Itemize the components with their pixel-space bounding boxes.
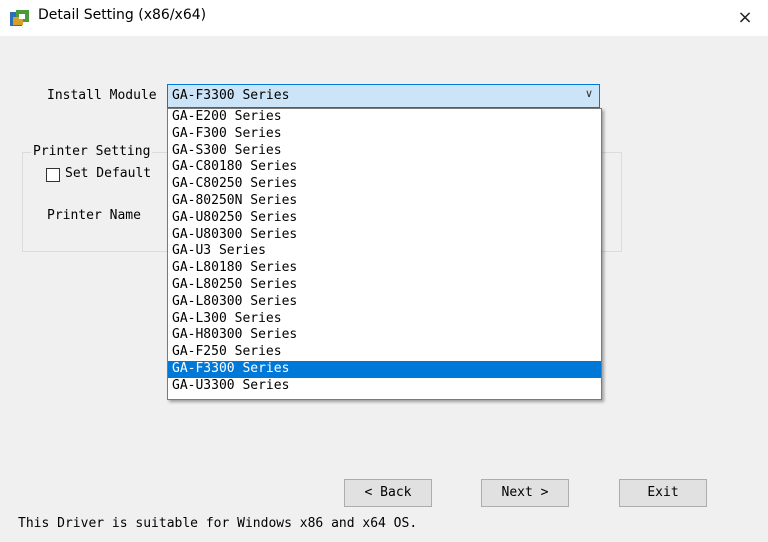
dropdown-option[interactable]: GA-L80300 Series — [168, 294, 601, 311]
dropdown-option[interactable]: GA-E200 Series — [168, 109, 601, 126]
dropdown-option[interactable]: GA-S300 Series — [168, 143, 601, 160]
dropdown-option[interactable]: GA-C80250 Series — [168, 176, 601, 193]
dropdown-option[interactable]: GA-U80250 Series — [168, 210, 601, 227]
dropdown-option[interactable]: GA-U80300 Series — [168, 227, 601, 244]
install-module-value: GA-F3300 Series — [172, 88, 290, 103]
chevron-down-icon[interactable]: ∨ — [585, 87, 593, 100]
printer-name-label: Printer Name — [47, 208, 141, 223]
dropdown-option[interactable]: GA-H80300 Series — [168, 327, 601, 344]
dropdown-option[interactable]: GA-F300 Series — [168, 126, 601, 143]
dropdown-option[interactable]: GA-F3300 Series — [168, 360, 601, 378]
back-button[interactable]: < Back — [344, 479, 432, 507]
exit-button[interactable]: Exit — [619, 479, 707, 507]
close-icon[interactable]: × — [730, 4, 760, 32]
install-module-label: Install Module — [47, 88, 157, 103]
window-title: Detail Setting (x86/x64) — [38, 7, 207, 23]
dropdown-option[interactable]: GA-U3300 Series — [168, 378, 601, 395]
footer-note: This Driver is suitable for Windows x86 … — [18, 516, 418, 531]
set-default-label[interactable]: Set Default — [65, 166, 151, 181]
title-bar: Detail Setting (x86/x64) × — [0, 0, 768, 36]
dropdown-option[interactable]: GA-C80180 Series — [168, 159, 601, 176]
install-module-combobox[interactable]: GA-F3300 Series ∨ — [167, 84, 600, 108]
install-module-dropdown-list[interactable]: GA-E200 Series GA-F300 Series GA-S300 Seri… — [167, 108, 602, 400]
set-default-checkbox[interactable] — [46, 168, 60, 182]
dropdown-option[interactable]: GA-U3 Series — [168, 243, 601, 260]
dropdown-option[interactable]: GA-F250 Series — [168, 344, 601, 361]
app-icon — [10, 10, 29, 26]
dropdown-option[interactable]: GA-80250N Series — [168, 193, 601, 210]
next-button[interactable]: Next > — [481, 479, 569, 507]
dropdown-option[interactable]: GA-L300 Series — [168, 311, 601, 328]
dropdown-option[interactable]: GA-L80250 Series — [168, 277, 601, 294]
printer-setting-title: Printer Setting — [31, 144, 153, 159]
dropdown-option[interactable]: GA-L80180 Series — [168, 260, 601, 277]
